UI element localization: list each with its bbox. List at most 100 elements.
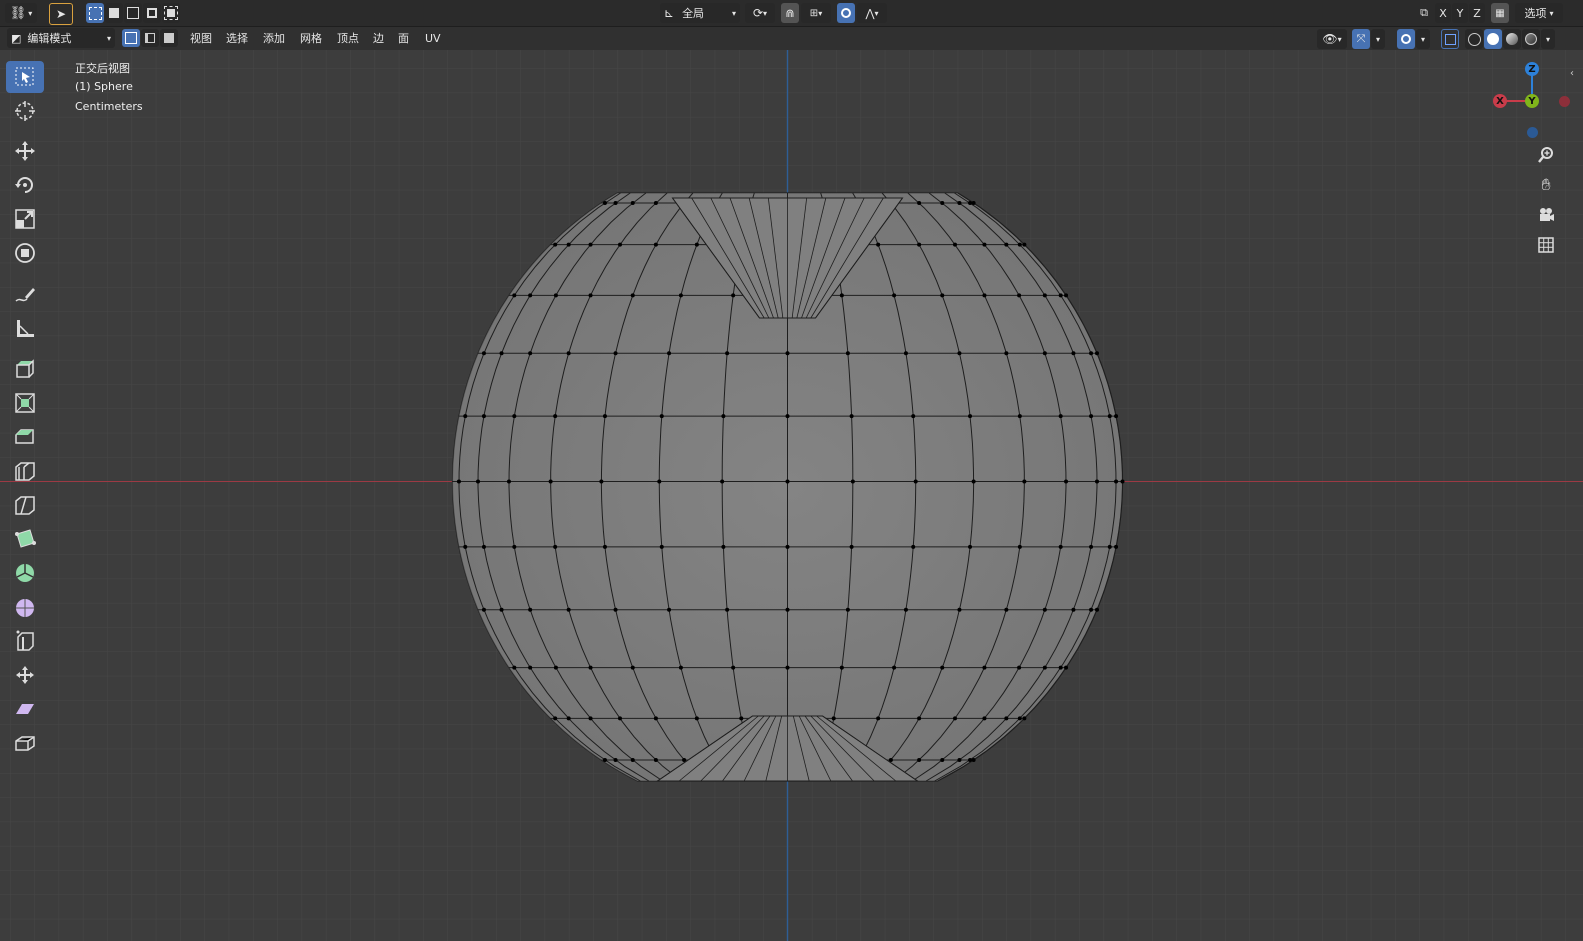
mirror-toggle-icon[interactable]: ⧉ bbox=[1415, 3, 1433, 23]
gizmo-neg-x-axis[interactable] bbox=[1559, 96, 1570, 107]
transform-orientation-dropdown[interactable]: ⊾ 全局 ▾ bbox=[660, 3, 740, 23]
mesh-vertex bbox=[850, 479, 855, 484]
gizmo-z-axis[interactable]: Z bbox=[1525, 62, 1539, 76]
mesh-vertex bbox=[599, 479, 604, 484]
viewport-header: ◩ 编辑模式 ▾ 视图 选择 添加 网格 顶点 边 面 UV 👁︎ ▾ ⤧ ▾ ▾ bbox=[0, 27, 1583, 50]
select-mode-subtract-button[interactable] bbox=[124, 3, 142, 23]
sphere-mesh[interactable] bbox=[451, 192, 1125, 782]
tool-annotate[interactable] bbox=[6, 279, 44, 311]
select-mode-invert-button[interactable] bbox=[143, 3, 161, 23]
solid-shading-button[interactable] bbox=[1484, 29, 1502, 49]
tool-edge-slide[interactable] bbox=[6, 625, 44, 657]
gizmo-dropdown[interactable]: ▾ bbox=[1371, 29, 1385, 49]
viewport-canvas[interactable] bbox=[0, 50, 1583, 941]
editor-type-button[interactable]: ⛓︎ ▾ bbox=[5, 3, 37, 23]
mode-dropdown[interactable]: ◩ 编辑模式 ▾ bbox=[7, 28, 115, 48]
tool-loop-cut[interactable] bbox=[6, 455, 44, 487]
menu-view[interactable]: 视图 bbox=[190, 31, 212, 47]
mesh-vertex bbox=[566, 242, 571, 247]
overlays-toggle[interactable] bbox=[1397, 29, 1415, 49]
mesh-vertex bbox=[512, 293, 517, 298]
camera-view-button[interactable] bbox=[1532, 201, 1560, 229]
tool-cursor[interactable] bbox=[6, 95, 44, 127]
mirror-y-toggle[interactable]: Y bbox=[1452, 3, 1468, 23]
perspective-toggle-button[interactable] bbox=[1532, 231, 1560, 259]
tool-extrude-region[interactable] bbox=[6, 353, 44, 385]
gizmo-toggle[interactable]: ⤧ bbox=[1352, 29, 1370, 49]
gizmo-y-axis[interactable]: Y bbox=[1525, 94, 1539, 108]
face-select-mode-button[interactable] bbox=[160, 29, 178, 47]
overlays-dropdown[interactable]: ▾ bbox=[1416, 29, 1430, 49]
menu-add[interactable]: 添加 bbox=[263, 31, 285, 47]
measure-icon bbox=[17, 320, 34, 337]
tool-poly-build[interactable] bbox=[6, 523, 44, 555]
visibility-dropdown[interactable]: 👁︎ ▾ bbox=[1317, 29, 1347, 49]
snap-target-dropdown[interactable]: ⊞ ▾ bbox=[801, 3, 831, 23]
material-shading-button[interactable] bbox=[1503, 29, 1521, 49]
tool-inset-faces[interactable] bbox=[6, 387, 44, 419]
shading-dropdown[interactable]: ▾ bbox=[1541, 29, 1555, 49]
rendered-shading-button[interactable] bbox=[1522, 29, 1540, 49]
chevron-down-icon: ▾ bbox=[1337, 34, 1342, 44]
menu-select[interactable]: 选择 bbox=[226, 31, 248, 47]
auto-merge-toggle[interactable]: ▦ bbox=[1491, 3, 1509, 23]
mesh-vertex bbox=[1017, 716, 1022, 721]
tool-rotate[interactable] bbox=[6, 169, 44, 201]
pivot-point-dropdown[interactable]: ⟳ ▾ bbox=[745, 3, 775, 23]
wireframe-shading-button[interactable] bbox=[1465, 29, 1483, 49]
menu-mesh[interactable]: 网格 bbox=[300, 31, 322, 47]
mesh-vertex bbox=[512, 544, 517, 549]
select-mode-intersect-button[interactable] bbox=[162, 3, 180, 23]
edge-select-mode-button[interactable] bbox=[141, 29, 159, 47]
proportional-edit-toggle[interactable] bbox=[837, 3, 855, 23]
tool-spin[interactable] bbox=[6, 557, 44, 589]
menu-edge[interactable]: 边 bbox=[373, 31, 384, 47]
tool-select-box[interactable] bbox=[6, 61, 44, 93]
3d-viewport[interactable]: 正交后视图 (1) Sphere Centimeters Z X Y ✋︎ ‹ bbox=[0, 50, 1583, 941]
tool-smooth[interactable] bbox=[6, 591, 44, 623]
mesh-vertex bbox=[630, 293, 635, 298]
proportional-edit-icon bbox=[841, 8, 851, 18]
mesh-vertex bbox=[968, 414, 973, 419]
mesh-vertex bbox=[849, 544, 854, 549]
mesh-vertex bbox=[512, 414, 517, 419]
tool-move[interactable] bbox=[6, 135, 44, 167]
mirror-x-toggle[interactable]: X bbox=[1435, 3, 1451, 23]
proportional-falloff-dropdown[interactable]: ⋀ ▾ bbox=[857, 3, 887, 23]
select-mode-new-button[interactable] bbox=[86, 3, 104, 23]
menu-uv[interactable]: UV bbox=[425, 31, 441, 47]
snap-toggle[interactable]: ⋒ bbox=[781, 3, 799, 23]
tool-scale[interactable] bbox=[6, 203, 44, 235]
mirror-z-toggle[interactable]: Z bbox=[1469, 3, 1485, 23]
vertex-mode-icon bbox=[125, 32, 137, 44]
mesh-vertex bbox=[917, 716, 922, 721]
tool-shear[interactable] bbox=[6, 693, 44, 725]
tool-knife[interactable] bbox=[6, 489, 44, 521]
mesh-vertex bbox=[566, 607, 571, 612]
mesh-vertex bbox=[553, 414, 558, 419]
tool-bevel[interactable] bbox=[6, 421, 44, 453]
select-mode-extend-button[interactable] bbox=[105, 3, 123, 23]
tool-shrink-fatten[interactable] bbox=[6, 659, 44, 691]
gizmo-x-axis[interactable]: X bbox=[1493, 94, 1507, 108]
sidebar-collapse-arrow[interactable]: ‹ bbox=[1570, 68, 1574, 79]
xray-toggle[interactable] bbox=[1441, 29, 1459, 49]
menu-vertex[interactable]: 顶点 bbox=[337, 31, 359, 47]
select-tool-button[interactable]: ➤ bbox=[49, 3, 73, 25]
tool-transform[interactable] bbox=[6, 237, 44, 269]
mesh-vertex bbox=[553, 242, 558, 247]
mesh-vertex bbox=[553, 293, 558, 298]
tool-measure[interactable] bbox=[6, 313, 44, 345]
mesh-vertex bbox=[957, 200, 962, 205]
cursor-icon bbox=[15, 101, 35, 121]
zoom-button[interactable] bbox=[1532, 141, 1560, 169]
options-dropdown[interactable]: 选项 ▾ bbox=[1515, 3, 1563, 23]
menu-face[interactable]: 面 bbox=[398, 31, 409, 47]
gizmo-x-label: X bbox=[1496, 95, 1504, 107]
vertex-select-mode-button[interactable] bbox=[122, 29, 140, 47]
gizmo-neg-z-axis[interactable] bbox=[1527, 127, 1538, 138]
navigation-gizmo[interactable]: Z X Y bbox=[1480, 58, 1570, 148]
tool-rip-region[interactable] bbox=[6, 727, 44, 759]
pan-button[interactable]: ✋︎ bbox=[1532, 171, 1560, 199]
mesh-vertex bbox=[1004, 242, 1009, 247]
